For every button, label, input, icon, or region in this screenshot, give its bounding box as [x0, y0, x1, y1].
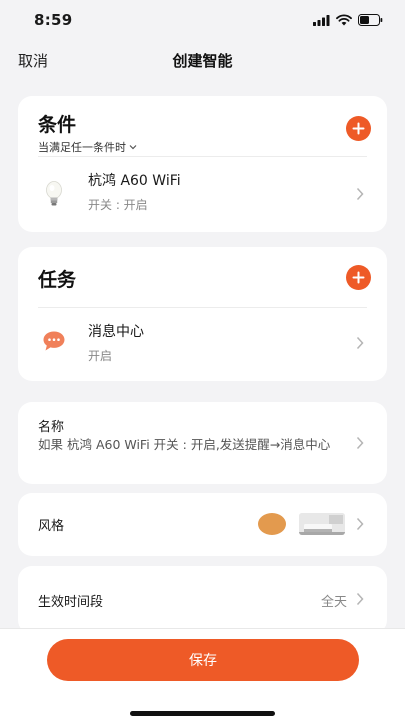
save-button[interactable]: 保存	[47, 639, 359, 681]
add-task-button[interactable]	[346, 265, 371, 290]
conditions-title: 条件	[38, 114, 77, 136]
condition-device-name: 杭鸿 A60 WiFi	[88, 173, 181, 189]
bottom-bar: 保存	[0, 628, 405, 720]
task-state: 开启	[88, 349, 113, 363]
style-label: 风格	[38, 519, 65, 534]
chevron-down-icon	[129, 145, 137, 150]
plus-icon	[352, 122, 365, 135]
status-time: 8:59	[34, 11, 73, 29]
divider	[38, 156, 367, 157]
task-item[interactable]: 消息中心 开启	[18, 309, 387, 379]
style-background-thumbnail[interactable]	[299, 513, 345, 535]
name-card[interactable]: 名称 如果 杭鸿 A60 WiFi 开关 : 开启,发送提醒→消息中心	[18, 402, 387, 484]
plus-icon	[352, 271, 365, 284]
task-name: 消息中心	[88, 324, 144, 340]
condition-match-selector[interactable]: 当满足任一条件时	[38, 139, 137, 155]
effective-period-value: 全天	[320, 595, 347, 610]
name-label: 名称	[38, 420, 65, 435]
light-bulb-icon	[40, 180, 68, 208]
style-card[interactable]: 风格	[18, 493, 387, 556]
tasks-card: 任务 消息中心 开启	[18, 247, 387, 381]
chevron-right-icon	[356, 187, 364, 201]
effective-period-label: 生效时间段	[38, 595, 104, 610]
chevron-right-icon	[356, 592, 364, 606]
battery-icon	[358, 14, 383, 26]
style-color-swatch[interactable]	[258, 513, 286, 535]
status-icons	[313, 14, 383, 26]
cancel-button[interactable]: 取消	[18, 50, 48, 71]
effective-period-card[interactable]: 生效时间段 全天	[18, 566, 387, 634]
condition-device-state: 开关 : 开启	[88, 198, 148, 212]
chevron-right-icon	[356, 517, 364, 531]
divider	[38, 307, 367, 308]
home-indicator	[130, 711, 275, 716]
cellular-signal-icon	[313, 14, 330, 26]
status-bar: 8:59	[0, 0, 405, 40]
wifi-icon	[336, 14, 352, 26]
name-description: 如果 杭鸿 A60 WiFi 开关 : 开启,发送提醒→消息中心	[38, 437, 331, 452]
condition-item[interactable]: 杭鸿 A60 WiFi 开关 : 开启	[18, 158, 387, 230]
add-condition-button[interactable]	[346, 116, 371, 141]
nav-bar: 取消 创建智能	[0, 42, 405, 78]
chevron-right-icon	[356, 336, 364, 350]
condition-match-label: 当满足任一条件时	[38, 141, 126, 154]
chevron-right-icon	[356, 436, 364, 450]
page-title: 创建智能	[172, 51, 233, 70]
message-bubble-icon	[40, 327, 68, 355]
conditions-card: 条件 当满足任一条件时 杭鸿 A60 WiFi 开关 : 开启	[18, 96, 387, 232]
tasks-title: 任务	[38, 269, 77, 291]
